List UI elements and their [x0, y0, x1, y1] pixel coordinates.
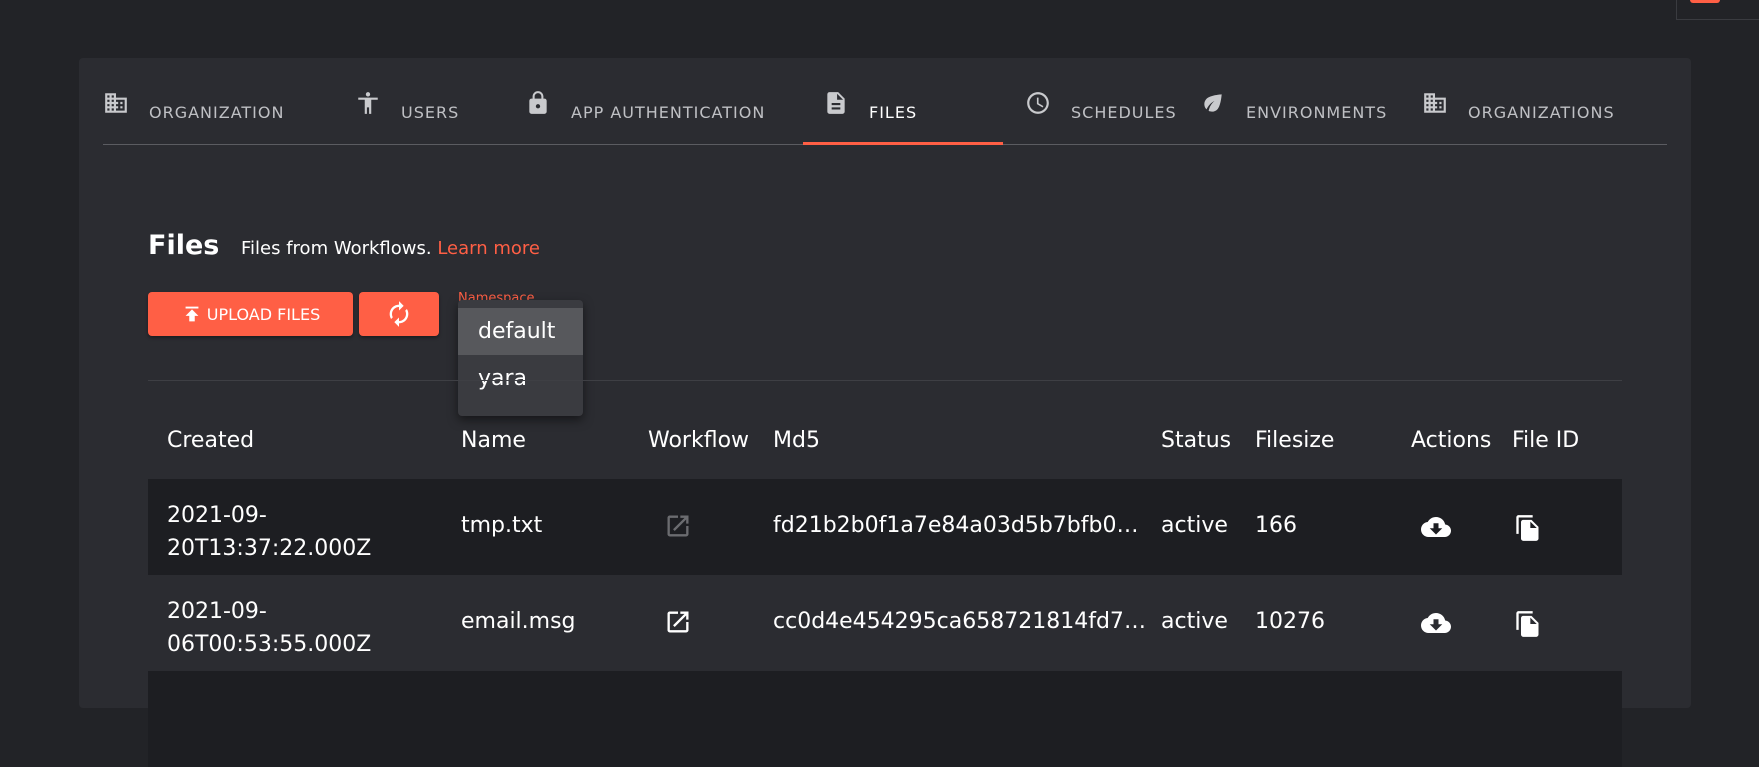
- refresh-icon: [389, 301, 409, 327]
- tab-environments[interactable]: ENVIRONMENTS: [1200, 80, 1422, 144]
- tab-users[interactable]: USERS: [355, 80, 525, 144]
- created-line-1: 2021-09-: [167, 503, 267, 528]
- tab-organization[interactable]: ORGANIZATION: [103, 80, 355, 144]
- tab-label: APP AUTHENTICATION: [571, 103, 766, 122]
- tab-label: USERS: [401, 103, 460, 122]
- header-md5: Md5: [773, 428, 820, 453]
- cell-filesize: 166: [1255, 513, 1297, 538]
- clock-icon: [1025, 90, 1051, 118]
- copy-id-icon[interactable]: [1514, 512, 1542, 544]
- download-icon[interactable]: [1419, 608, 1453, 638]
- table-row: 2021-09- 06T00:53:55.000Z email.msg cc0d…: [148, 575, 1622, 671]
- page-subtitle: Files from Workflows. Learn more: [241, 238, 540, 259]
- divider: [148, 380, 1622, 381]
- settings-panel: ORGANIZATION USERS APP AUTHENTICATION FI…: [79, 58, 1691, 767]
- subtitle-text: Files from Workflows.: [241, 238, 432, 259]
- namespace-option-yara[interactable]: yara: [458, 355, 583, 402]
- header-actions: Actions: [1411, 428, 1492, 453]
- namespace-dropdown: default yara: [458, 300, 583, 416]
- header-status: Status: [1161, 428, 1232, 453]
- tab-schedules[interactable]: SCHEDULES: [1003, 80, 1200, 144]
- created-line-1: 2021-09-: [167, 599, 267, 624]
- learn-more-link[interactable]: Learn more: [437, 238, 540, 259]
- page-title: Files: [148, 230, 220, 261]
- open-workflow-icon[interactable]: [664, 608, 692, 636]
- leaf-icon: [1200, 90, 1226, 118]
- tab-files[interactable]: FILES: [803, 80, 1003, 145]
- refresh-button[interactable]: [359, 292, 439, 336]
- tab-label: ORGANIZATIONS: [1468, 103, 1615, 122]
- header-filesize: Filesize: [1255, 428, 1335, 453]
- top-right-tab[interactable]: [1676, 0, 1759, 20]
- table-row: 2021-09- 20T13:37:22.000Z tmp.txt fd21b2…: [148, 479, 1622, 575]
- cell-md5: fd21b2b0f1a7e84a03d5b7bfb08180: [773, 513, 1149, 538]
- header-name: Name: [461, 428, 526, 453]
- tab-label: FILES: [869, 103, 918, 122]
- copy-id-icon[interactable]: [1514, 608, 1542, 640]
- tab-label: ENVIRONMENTS: [1246, 103, 1388, 122]
- tab-app-authentication[interactable]: APP AUTHENTICATION: [525, 80, 803, 144]
- upload-icon: [185, 306, 199, 322]
- created-line-2: 20T13:37:22.000Z: [167, 536, 372, 561]
- person-icon: [355, 90, 381, 118]
- cell-md5: cc0d4e454295ca658721814fd7e59…: [773, 609, 1149, 634]
- tab-label: SCHEDULES: [1071, 103, 1177, 122]
- cell-filesize: 10276: [1255, 609, 1325, 634]
- tab-bar: ORGANIZATION USERS APP AUTHENTICATION FI…: [103, 80, 1667, 145]
- download-icon[interactable]: [1419, 512, 1453, 542]
- top-right-chip: [1690, 0, 1720, 3]
- tab-organizations[interactable]: ORGANIZATIONS: [1422, 80, 1642, 144]
- building-icon: [1422, 90, 1448, 118]
- table-header: Created Name Workflow Md5 Status Filesiz…: [148, 428, 1622, 468]
- cell-created: 2021-09- 06T00:53:55.000Z: [167, 595, 371, 661]
- file-icon: [823, 90, 849, 118]
- open-workflow-icon[interactable]: [664, 512, 692, 540]
- header-file-id: File ID: [1512, 428, 1580, 453]
- table-row-partial: [148, 671, 1622, 767]
- cell-name: email.msg: [461, 609, 576, 634]
- building-icon: [103, 90, 129, 118]
- namespace-option-default[interactable]: default: [458, 308, 583, 355]
- cell-status: active: [1161, 513, 1228, 538]
- header-created: Created: [167, 428, 255, 453]
- lock-icon: [525, 90, 551, 118]
- cell-name: tmp.txt: [461, 513, 543, 538]
- tab-label: ORGANIZATION: [149, 103, 285, 122]
- header-workflow: Workflow: [648, 428, 750, 453]
- cell-status: active: [1161, 609, 1228, 634]
- cell-created: 2021-09- 20T13:37:22.000Z: [167, 499, 371, 565]
- upload-files-label: UPLOAD FILES: [206, 304, 321, 324]
- upload-files-button[interactable]: UPLOAD FILES: [148, 292, 353, 336]
- created-line-2: 06T00:53:55.000Z: [167, 632, 372, 657]
